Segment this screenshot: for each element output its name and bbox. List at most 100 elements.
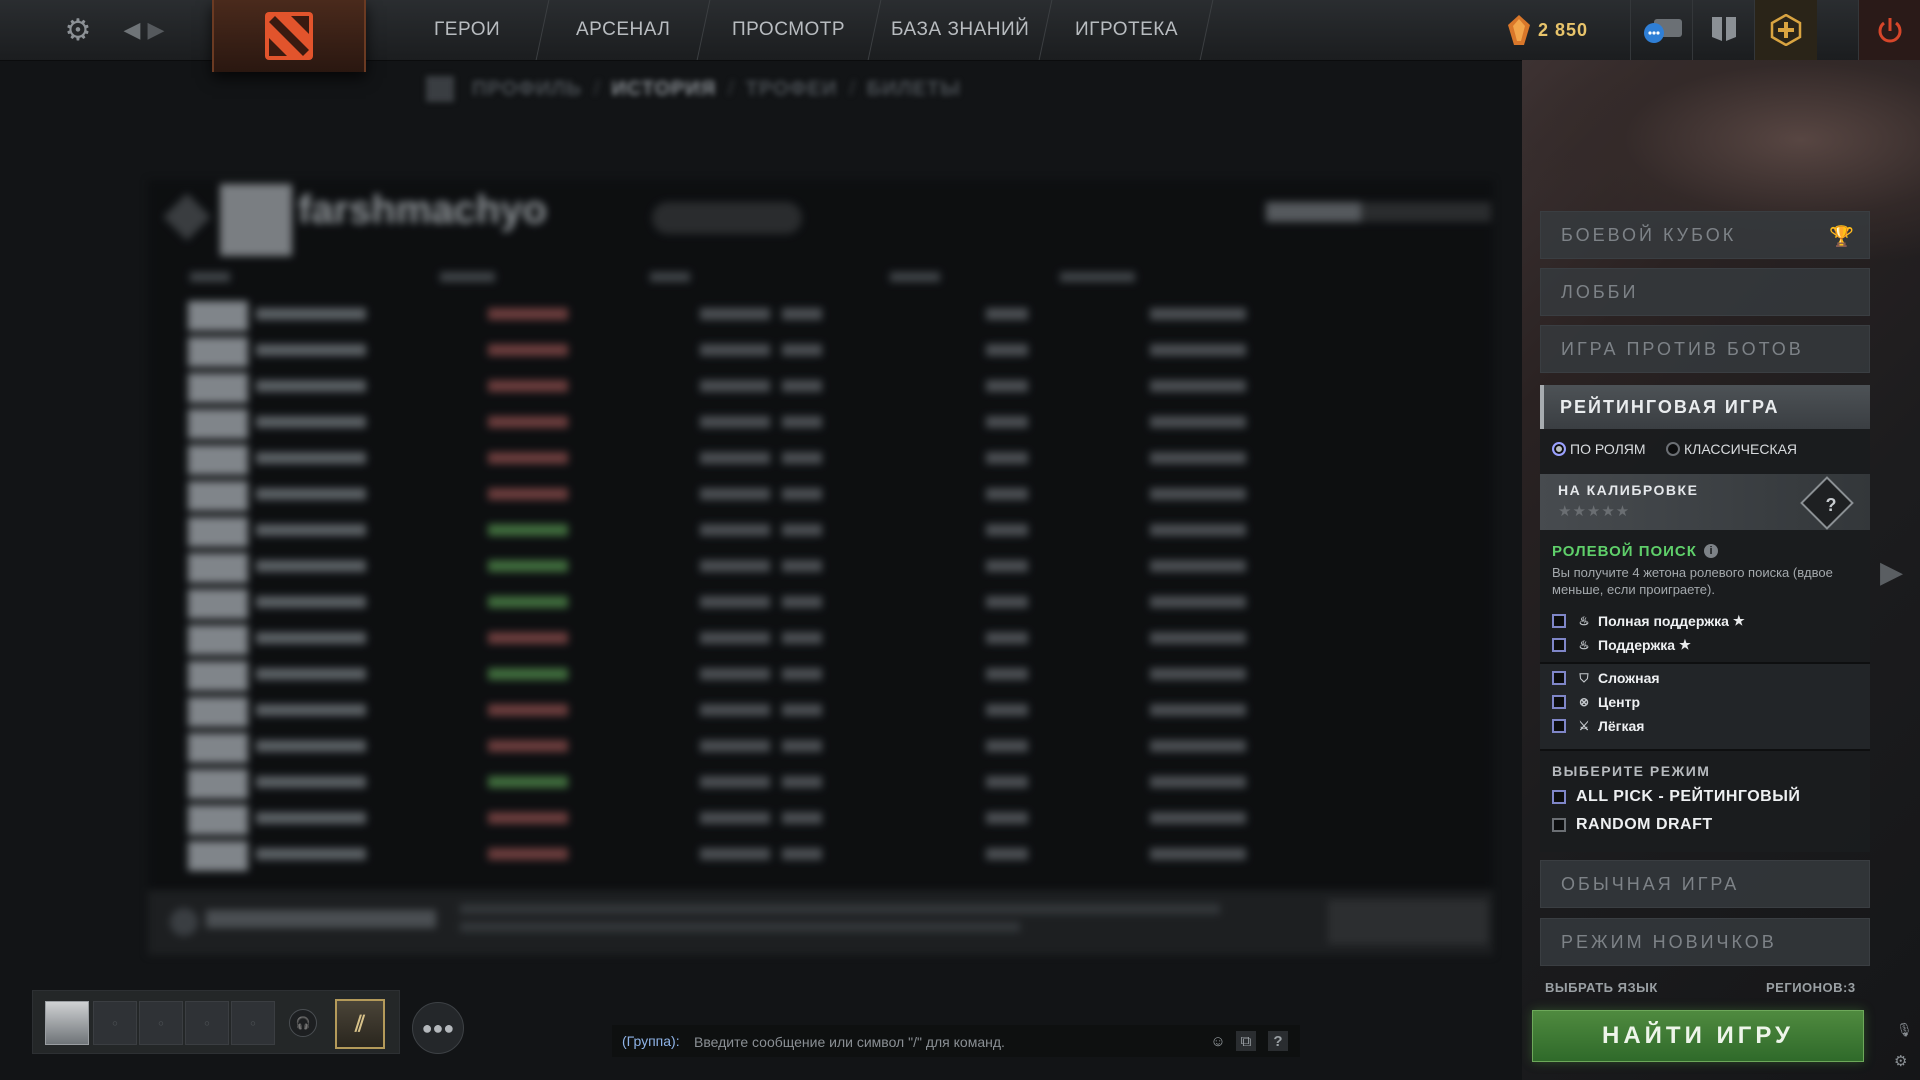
ranked-game-header[interactable]: РЕЙТИНГОВАЯ ИГРА xyxy=(1540,385,1870,429)
lobby-button[interactable]: ЛОББИ xyxy=(1540,268,1870,316)
row-cell xyxy=(986,776,1028,788)
table-row[interactable] xyxy=(188,550,1448,586)
table-row[interactable] xyxy=(188,334,1448,370)
row-cell xyxy=(986,488,1028,500)
forward-arrow-icon[interactable]: ▶ xyxy=(144,0,168,60)
empty-party-slot[interactable]: ◦ xyxy=(93,1001,137,1045)
table-row[interactable] xyxy=(188,370,1448,406)
find-game-button[interactable]: НАЙТИ ИГРУ xyxy=(1532,1010,1864,1062)
rank-medal-icon[interactable]: ⫽ xyxy=(335,999,385,1049)
row-cell xyxy=(488,596,568,608)
hero-portrait xyxy=(188,697,248,727)
empty-party-slot[interactable]: ◦ xyxy=(231,1001,275,1045)
role-hard-support-checkbox[interactable]: ♨ Полная поддержка ★ xyxy=(1552,611,1745,631)
classic-queue-radio[interactable]: КЛАССИЧЕСКАЯ xyxy=(1666,439,1797,459)
info-icon[interactable]: i xyxy=(1704,544,1718,558)
row-cell xyxy=(986,812,1028,824)
bots-game-button[interactable]: ИГРА ПРОТИВ БОТОВ xyxy=(1540,325,1870,373)
chat-messages-button[interactable] xyxy=(1630,0,1693,60)
mode-all-pick-checkbox[interactable]: ALL PICK - РЕЙТИНГОВЫЙ xyxy=(1552,787,1800,807)
subscribe-button[interactable] xyxy=(1328,900,1488,944)
row-cell xyxy=(700,704,770,716)
hero-portrait xyxy=(188,517,248,547)
row-cell xyxy=(700,740,770,752)
player-avatar[interactable] xyxy=(45,1001,89,1045)
voice-chat-headset-icon[interactable]: 🎧 xyxy=(289,1009,317,1037)
chat-input[interactable] xyxy=(692,1028,1196,1056)
role-safelane-checkbox[interactable]: ⚔ Лёгкая xyxy=(1552,716,1644,736)
back-arrow-icon[interactable]: ◀ xyxy=(118,0,146,60)
nav-armory[interactable]: АРСЕНАЛ xyxy=(536,0,711,60)
row-cell xyxy=(256,416,366,428)
star-icon: ★ xyxy=(1732,613,1745,628)
tab-trophies[interactable]: ТРОФЕИ xyxy=(746,78,838,101)
emoji-icon[interactable]: ☺ xyxy=(1208,1031,1228,1051)
role-soft-support-checkbox[interactable]: ♨ Поддержка ★ xyxy=(1552,635,1691,655)
select-language-button[interactable]: ВЫБРАТЬ ЯЗЫК xyxy=(1545,980,1658,995)
screenshot-icon[interactable]: ⧉ xyxy=(1236,1031,1256,1051)
settings-gear-icon[interactable]: ⚙ xyxy=(58,0,98,60)
hero-portrait xyxy=(188,409,248,439)
mode-random-draft-checkbox[interactable]: RANDOM DRAFT xyxy=(1552,815,1713,835)
rank-badge-icon xyxy=(163,193,211,241)
row-cell xyxy=(986,632,1028,644)
history-tab-heroes[interactable] xyxy=(812,202,882,234)
select-mode-title: ВЫБЕРИТЕ РЕЖИМ xyxy=(1552,763,1711,779)
history-tab-compare[interactable] xyxy=(892,202,1012,234)
new-player-mode-button[interactable]: РЕЖИМ НОВИЧКОВ xyxy=(1540,918,1870,966)
table-row[interactable] xyxy=(188,730,1448,766)
role-queue-radio[interactable]: ПО РОЛЯМ xyxy=(1552,439,1646,459)
shards-display[interactable]: 2 850 xyxy=(1508,10,1588,50)
empty-party-slot[interactable]: ◦ xyxy=(185,1001,229,1045)
table-row[interactable] xyxy=(188,694,1448,730)
regions-button[interactable]: РЕГИОНОВ:3 xyxy=(1766,980,1856,995)
normal-game-button[interactable]: ОБЫЧНАЯ ИГРА xyxy=(1540,860,1870,908)
table-row[interactable] xyxy=(188,442,1448,478)
hero-portrait xyxy=(188,769,248,799)
nav-learn[interactable]: БАЗА ЗНАНИЙ xyxy=(868,0,1053,60)
table-row[interactable] xyxy=(188,658,1448,694)
battle-cup-button[interactable]: БОЕВОЙ КУБОК 🏆 xyxy=(1540,211,1870,259)
tab-profile[interactable]: ПРОФИЛЬ xyxy=(472,78,582,101)
table-row[interactable] xyxy=(188,838,1448,874)
nav-watch[interactable]: ПРОСМОТР xyxy=(697,0,882,60)
plus-subscription-button[interactable] xyxy=(1754,0,1817,60)
nav-heroes[interactable]: ГЕРОИ xyxy=(385,0,550,60)
row-cell xyxy=(700,416,770,428)
row-cell xyxy=(1150,344,1246,356)
nav-arcade[interactable]: ИГРОТЕКА xyxy=(1039,0,1214,60)
history-tab-matches[interactable] xyxy=(652,202,802,234)
dota-logo-home-button[interactable] xyxy=(212,0,366,72)
help-icon[interactable]: ? xyxy=(1268,1031,1288,1051)
table-row[interactable] xyxy=(188,478,1448,514)
role-mid-checkbox[interactable]: ⊗ Центр xyxy=(1552,692,1640,712)
empty-party-slot[interactable]: ◦ xyxy=(139,1001,183,1045)
table-row[interactable] xyxy=(188,802,1448,838)
table-row[interactable] xyxy=(188,298,1448,334)
collapse-panel-arrow-icon[interactable]: ▶ xyxy=(1880,555,1903,590)
table-row[interactable] xyxy=(188,622,1448,658)
settings-small-icon[interactable]: ⚙ xyxy=(1894,1052,1907,1070)
chat-channel-label[interactable]: (Группа): xyxy=(622,1033,680,1049)
party-friends-button[interactable]: ●●● xyxy=(412,1002,464,1054)
table-row[interactable] xyxy=(188,766,1448,802)
row-cell xyxy=(700,380,770,392)
tab-separator: / xyxy=(593,77,600,100)
role-offlane-checkbox[interactable]: ⛉ Сложная xyxy=(1552,668,1660,688)
tab-history[interactable]: ИСТОРИЯ xyxy=(611,78,716,101)
exit-button[interactable] xyxy=(1858,0,1920,60)
store-button[interactable] xyxy=(1692,0,1755,60)
table-row[interactable] xyxy=(188,406,1448,442)
row-cell xyxy=(700,776,770,788)
microphone-icon[interactable]: 🎙 xyxy=(1896,1022,1913,1038)
row-cell xyxy=(256,344,366,356)
radio-unselected-icon xyxy=(1666,442,1680,456)
tab-tickets[interactable]: БИЛЕТЫ xyxy=(867,78,961,101)
hero-portrait xyxy=(188,589,248,619)
profile-tabs: ПРОФИЛЬ / ИСТОРИЯ / ТРОФЕИ / БИЛЕТЫ xyxy=(426,74,973,104)
row-cell xyxy=(700,344,770,356)
calibration-box: НА КАЛИБРОВКЕ ★★★★★ ? xyxy=(1540,474,1870,530)
table-row[interactable] xyxy=(188,514,1448,550)
table-row[interactable] xyxy=(188,586,1448,622)
checkbox-icon xyxy=(1552,671,1566,685)
